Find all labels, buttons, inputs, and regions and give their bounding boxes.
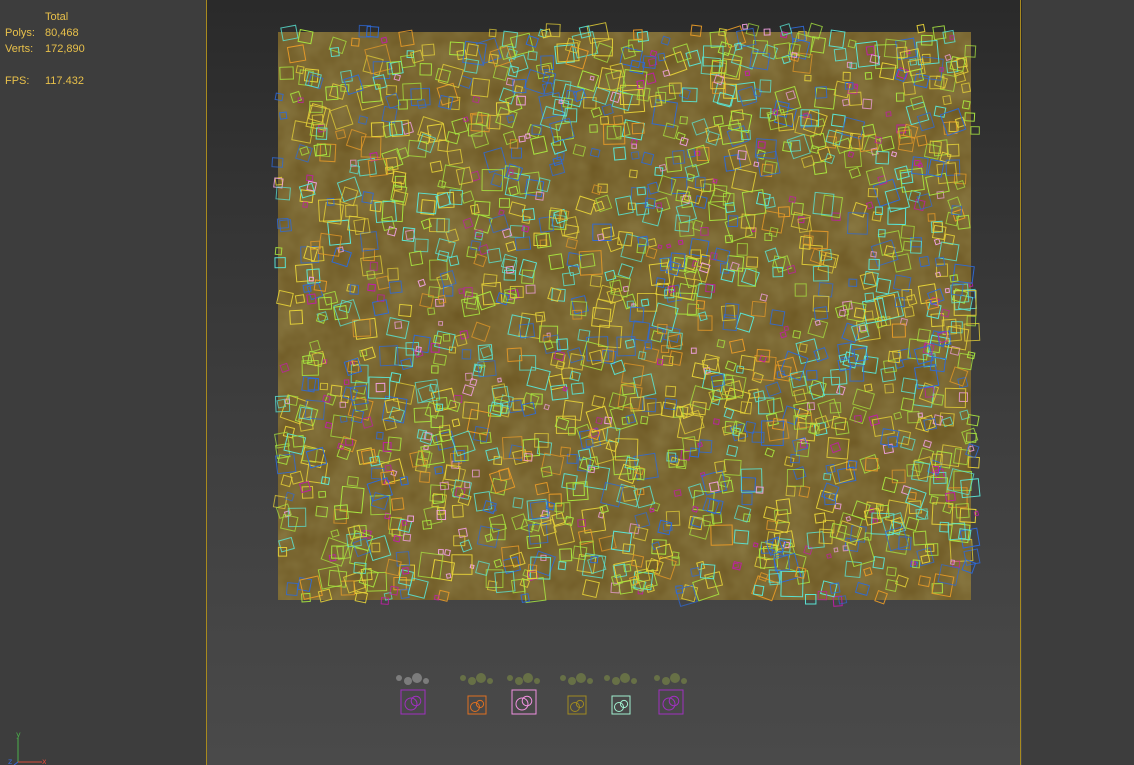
fps-label: FPS:	[5, 75, 30, 87]
grass-proxy-orange[interactable]	[460, 673, 493, 715]
scatter-instance[interactable]	[970, 126, 980, 135]
grass-proxy-violet[interactable]	[654, 673, 687, 715]
axis-y-label: y	[16, 730, 21, 739]
stats-header: Total	[45, 11, 69, 23]
scatter-instance[interactable]	[916, 23, 926, 34]
verts-label: Verts:	[5, 43, 34, 55]
perspective-viewport[interactable]: Total Polys: 80,468 Verts: 172,890 FPS: 117…	[0, 0, 1134, 765]
verts-value: 172,890	[45, 43, 85, 55]
grass-proxy-pink[interactable]	[507, 673, 540, 715]
fps-value: 117.432	[45, 75, 84, 87]
viewport-letterbox-left	[0, 0, 206, 765]
grass-proxy-mint[interactable]	[604, 673, 637, 715]
grass-proxy-purple[interactable]	[396, 673, 429, 715]
view-axis-tripod-icon: y z x	[8, 730, 46, 765]
polys-value: 80,468	[45, 27, 79, 39]
axis-z-label: z	[8, 757, 12, 765]
polys-label: Polys:	[5, 27, 35, 39]
scatter-instance[interactable]	[741, 23, 748, 30]
viewport-letterbox-right	[1022, 0, 1134, 765]
statistics-overlay: Total Polys: 80,468 Verts: 172,890 FPS: 117…	[5, 9, 125, 89]
axis-x-label: x	[42, 757, 46, 765]
scatter-terrain-scene[interactable]	[268, 18, 990, 610]
scatter-instance[interactable]	[973, 510, 980, 517]
grass-proxy-olive[interactable]	[560, 673, 593, 715]
scatter-source-proxies[interactable]	[385, 664, 715, 720]
